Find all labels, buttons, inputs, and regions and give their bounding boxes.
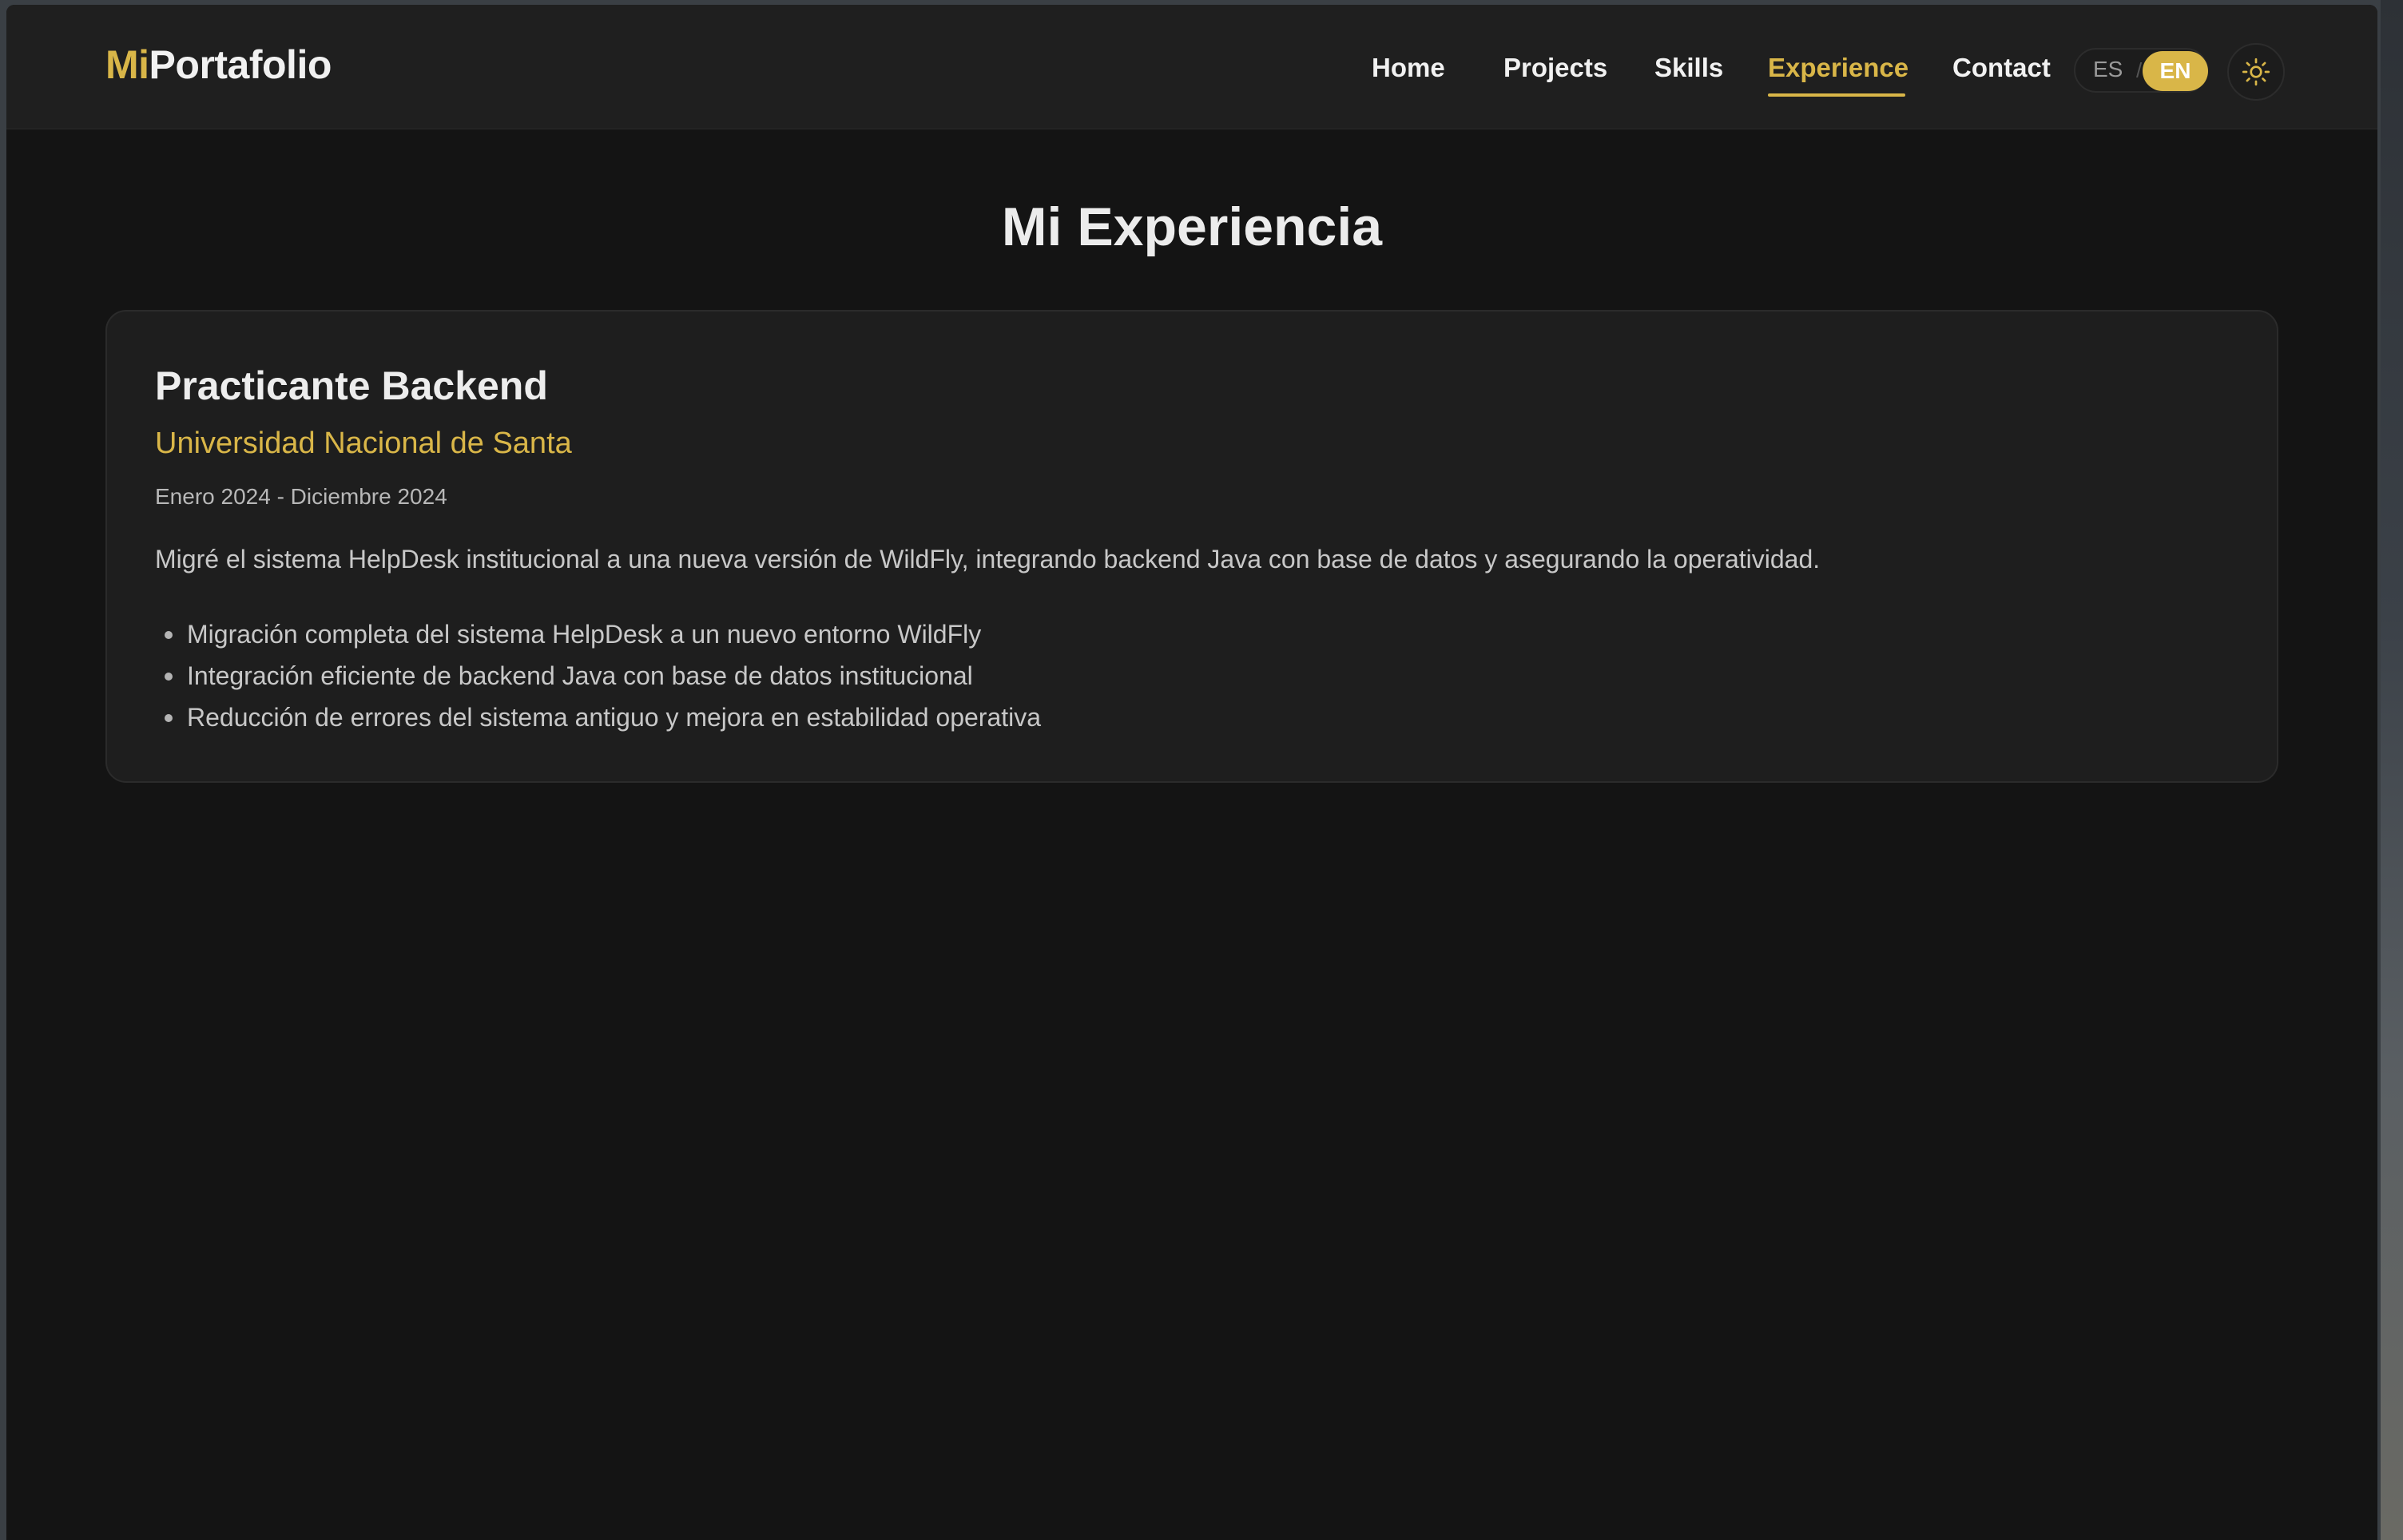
lang-es-option[interactable]: ES: [2093, 58, 2123, 81]
language-toggle[interactable]: ES / EN: [2074, 48, 2208, 93]
nav-projects[interactable]: Projects: [1503, 54, 1607, 81]
brand-accent: Mi: [105, 42, 149, 87]
list-item: Reducción de errores del sistema antiguo…: [155, 697, 1041, 738]
highlights-list: Migración completa del sistema HelpDesk …: [155, 613, 1041, 738]
job-title: Practicante Backend: [155, 363, 548, 408]
list-item: Migración completa del sistema HelpDesk …: [155, 613, 1041, 655]
active-nav-indicator: [1768, 93, 1905, 97]
lang-separator: /: [2136, 58, 2143, 82]
lang-en-option[interactable]: EN: [2143, 51, 2208, 91]
desktop-background: [2381, 0, 2403, 1540]
experience-card: Practicante Backend Universidad Nacional…: [105, 310, 2278, 783]
job-description: Migré el sistema HelpDesk institucional …: [155, 545, 1821, 574]
nav-contact[interactable]: Contact: [1952, 54, 2051, 81]
date-range: Enero 2024 - Diciembre 2024: [155, 484, 447, 509]
navbar: MiPortafolio Home Projects Skills Experi…: [6, 5, 2377, 129]
sun-icon: [2242, 58, 2270, 86]
nav-skills[interactable]: Skills: [1654, 54, 1723, 81]
list-item: Integración eficiente de backend Java co…: [155, 655, 1041, 697]
nav-home[interactable]: Home: [1372, 54, 1445, 81]
company-name: Universidad Nacional de Santa: [155, 427, 572, 460]
theme-toggle-button[interactable]: [2227, 43, 2285, 101]
browser-window: MiPortafolio Home Projects Skills Experi…: [6, 5, 2377, 1540]
page-title: Mi Experiencia: [1001, 196, 1383, 257]
nav-experience[interactable]: Experience: [1768, 54, 1908, 81]
brand-logo[interactable]: MiPortafolio: [105, 45, 332, 85]
brand-name: Portafolio: [149, 42, 332, 87]
